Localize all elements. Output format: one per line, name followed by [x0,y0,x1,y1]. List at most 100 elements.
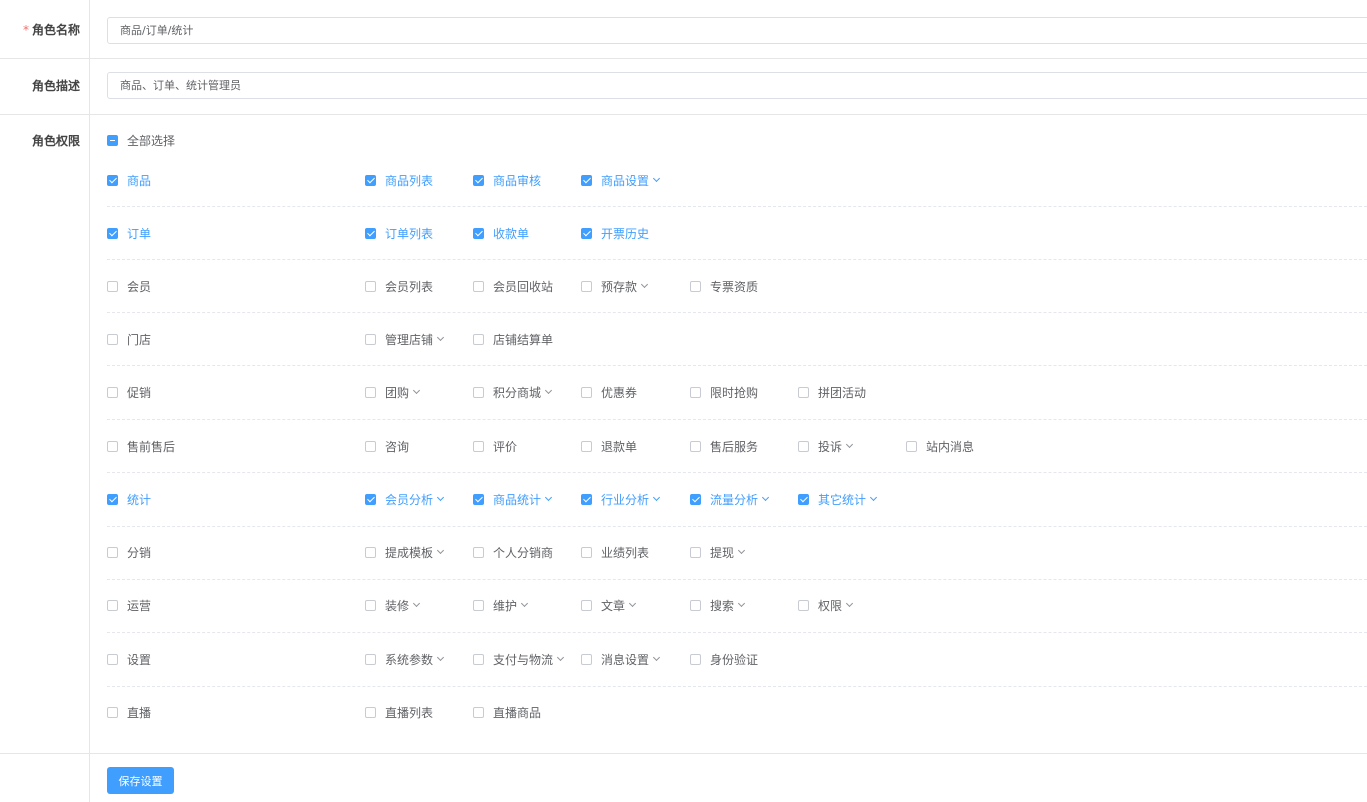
checkbox-icon [107,174,118,186]
permission-item-checkbox[interactable]: 装修 [365,595,421,615]
chevron-down-icon[interactable] [436,333,445,342]
save-settings-button[interactable]: 保存设置 [107,767,174,794]
permission-item-checkbox[interactable]: 商品设置 [581,170,661,190]
role-desc-input[interactable]: 商品、订单、统计管理员 [107,72,1367,99]
chevron-down-icon[interactable] [544,493,553,502]
permission-item-checkbox[interactable]: 商品统计 [473,489,553,509]
permission-item-checkbox[interactable]: 团购 [365,382,421,402]
permission-group-checkbox[interactable]: 售前售后 [107,436,175,456]
permission-group-checkbox[interactable]: 订单 [107,223,151,243]
chevron-down-icon[interactable] [544,386,553,395]
permission-group-checkbox[interactable]: 门店 [107,329,151,349]
permission-item-label: 商品统计 [493,492,542,507]
permission-item-checkbox[interactable]: 店铺结算单 [473,329,553,349]
chevron-down-icon[interactable] [737,546,746,555]
permission-item-checkbox[interactable]: 限时抢购 [690,382,758,402]
select-all-checkbox[interactable]: 全部选择 [107,130,175,150]
role-name-input[interactable]: 商品/订单/统计 [107,17,1367,44]
permission-item-checkbox[interactable]: 直播列表 [365,702,433,722]
checkbox-icon [473,174,484,186]
permission-item-label: 身份验证 [710,652,759,667]
permission-item-label: 行业分析 [601,492,650,507]
permission-item-checkbox[interactable]: 预存款 [581,276,649,296]
permission-item-label: 提成模板 [385,545,434,560]
permission-group-checkbox[interactable]: 商品 [107,170,151,190]
checkbox-icon [107,599,118,611]
chevron-down-icon[interactable] [436,546,445,555]
permission-item-checkbox[interactable]: 提成模板 [365,542,445,562]
checkbox-icon [690,386,701,398]
permission-item-checkbox[interactable]: 文章 [581,595,637,615]
permission-group-checkbox[interactable]: 会员 [107,276,151,296]
permission-item-checkbox[interactable]: 会员列表 [365,276,433,296]
chevron-down-icon[interactable] [652,653,661,662]
checkbox-icon [473,706,484,718]
required-mark: * [22,23,29,37]
permission-item-checkbox[interactable]: 积分商城 [473,382,553,402]
permission-item-checkbox[interactable]: 专票资质 [690,276,758,296]
permission-item-checkbox[interactable]: 维护 [473,595,529,615]
permission-item-label: 流量分析 [710,492,759,507]
permission-item-checkbox[interactable]: 个人分销商 [473,542,553,562]
permission-item-label: 站内消息 [926,439,975,454]
permission-item-checkbox[interactable]: 搜索 [690,595,746,615]
permission-item-checkbox[interactable]: 投诉 [798,436,854,456]
permission-group-checkbox[interactable]: 分销 [107,542,151,562]
permission-item-checkbox[interactable]: 业绩列表 [581,542,649,562]
permission-row: 售前售后 咨询 评价 退款单 售后服务 投诉 站内消息 [107,436,1367,456]
permission-item-checkbox[interactable]: 会员回收站 [473,276,553,296]
permission-item-checkbox[interactable]: 拼团活动 [798,382,866,402]
checkbox-icon [798,386,809,398]
permission-group-checkbox[interactable]: 直播 [107,702,151,722]
permission-group-checkbox[interactable]: 设置 [107,649,151,669]
chevron-down-icon[interactable] [436,653,445,662]
chevron-down-icon[interactable] [640,280,649,289]
checkbox-icon [365,333,376,345]
permission-item-checkbox[interactable]: 系统参数 [365,649,445,669]
permission-item-checkbox[interactable]: 商品列表 [365,170,433,190]
checkbox-icon [473,386,484,398]
permission-item-checkbox[interactable]: 退款单 [581,436,637,456]
permission-group-label: 促销 [127,385,152,400]
chevron-down-icon[interactable] [845,440,854,449]
chevron-down-icon[interactable] [412,386,421,395]
permission-item-checkbox[interactable]: 站内消息 [906,436,974,456]
chevron-down-icon[interactable] [652,493,661,502]
permission-item-checkbox[interactable]: 商品审核 [473,170,541,190]
permission-item-checkbox[interactable]: 流量分析 [690,489,770,509]
permission-item-checkbox[interactable]: 售后服务 [690,436,758,456]
permission-item-checkbox[interactable]: 会员分析 [365,489,445,509]
chevron-down-icon[interactable] [845,599,854,608]
permission-item-checkbox[interactable]: 行业分析 [581,489,661,509]
permission-item-checkbox[interactable]: 提现 [690,542,746,562]
permission-item-checkbox[interactable]: 评价 [473,436,517,456]
chevron-down-icon[interactable] [520,599,529,608]
chevron-down-icon[interactable] [556,653,565,662]
permission-item-checkbox[interactable]: 直播商品 [473,702,541,722]
permission-group-checkbox[interactable]: 运营 [107,595,151,615]
permission-group-label: 会员 [127,279,152,294]
row-dashed-divider [107,686,1367,687]
permission-item-checkbox[interactable]: 收款单 [473,223,529,243]
permission-item-checkbox[interactable]: 管理店铺 [365,329,445,349]
label-column-divider [89,0,90,802]
checkbox-icon [365,493,376,505]
chevron-down-icon[interactable] [761,493,770,502]
permission-item-checkbox[interactable]: 权限 [798,595,854,615]
permission-item-checkbox[interactable]: 优惠券 [581,382,637,402]
chevron-down-icon[interactable] [412,599,421,608]
permission-item-checkbox[interactable]: 支付与物流 [473,649,565,669]
permission-group-checkbox[interactable]: 促销 [107,382,151,402]
chevron-down-icon[interactable] [869,493,878,502]
chevron-down-icon[interactable] [628,599,637,608]
permission-item-checkbox[interactable]: 开票历史 [581,223,649,243]
permission-item-checkbox[interactable]: 订单列表 [365,223,433,243]
permission-group-checkbox[interactable]: 统计 [107,489,151,509]
chevron-down-icon[interactable] [652,174,661,183]
permission-item-checkbox[interactable]: 咨询 [365,436,409,456]
permission-item-checkbox[interactable]: 消息设置 [581,649,661,669]
permission-item-checkbox[interactable]: 其它统计 [798,489,878,509]
permission-item-checkbox[interactable]: 身份验证 [690,649,758,669]
chevron-down-icon[interactable] [436,493,445,502]
chevron-down-icon[interactable] [737,599,746,608]
